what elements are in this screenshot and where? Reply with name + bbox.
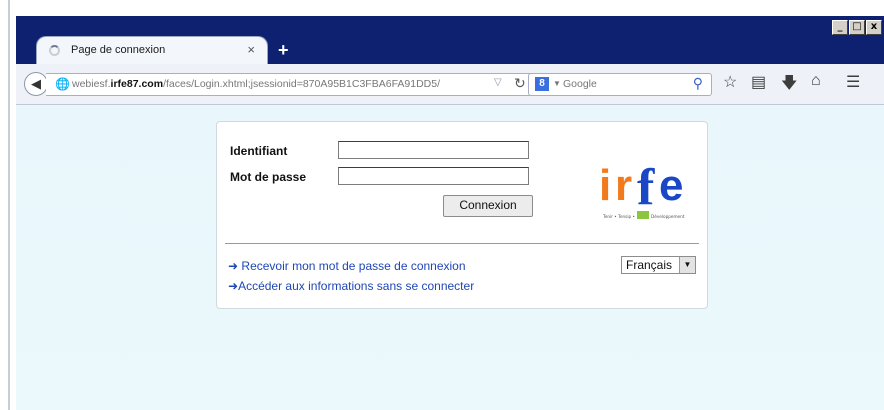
link-receive-password-label: Recevoir mon mot de passe de connexion bbox=[241, 259, 466, 273]
globe-icon: 🌐 bbox=[55, 77, 70, 91]
irfe-logo: i r f e Tenir • Tensip • Développement bbox=[599, 159, 693, 219]
close-window-button[interactable]: x bbox=[866, 20, 882, 35]
password-label: Mot de passe bbox=[230, 170, 307, 184]
language-select-value: Français bbox=[626, 258, 673, 272]
navigation-toolbar: ◀ 🌐 webiesf.irfe87.com/faces/Login.xhtml… bbox=[16, 64, 884, 105]
search-input[interactable]: Google bbox=[563, 78, 597, 90]
menu-icon[interactable]: ☰ bbox=[846, 72, 860, 92]
new-tab-button[interactable]: + bbox=[278, 40, 289, 61]
window-edge bbox=[0, 0, 16, 410]
window-controls: _ □ x bbox=[832, 20, 882, 35]
title-bar: _ □ x Page de connexion × + bbox=[16, 16, 884, 65]
tab-page-de-connexion[interactable]: Page de connexion × bbox=[36, 36, 268, 65]
connexion-button[interactable]: Connexion bbox=[443, 195, 533, 217]
username-input[interactable] bbox=[338, 141, 529, 159]
search-engine-icon[interactable]: 8 bbox=[535, 77, 549, 91]
username-label: Identifiant bbox=[230, 144, 288, 158]
search-engine-dropdown-icon[interactable]: ▼ bbox=[553, 79, 561, 88]
maximize-button[interactable]: □ bbox=[849, 20, 865, 35]
chevron-down-icon[interactable]: ▼ bbox=[679, 257, 695, 273]
url-text: webiesf.irfe87.com/faces/Login.xhtml;jse… bbox=[72, 78, 441, 90]
tab-close-icon[interactable]: × bbox=[247, 42, 255, 57]
svg-text:i: i bbox=[599, 161, 611, 210]
search-bar[interactable]: 8 ▼ Google ⚲ bbox=[528, 73, 712, 96]
svg-text:Développement: Développement bbox=[651, 214, 685, 219]
svg-text:f: f bbox=[637, 159, 655, 216]
url-bar[interactable]: 🌐 webiesf.irfe87.com/faces/Login.xhtml;j… bbox=[46, 73, 537, 96]
arrow-right-icon: ➜ bbox=[228, 279, 239, 293]
window-edge-line bbox=[8, 0, 10, 410]
star-icon[interactable]: ☆ bbox=[723, 72, 737, 92]
page-content: Identifiant Mot de passe Connexion i r f… bbox=[16, 105, 884, 410]
url-history-dropdown-icon[interactable]: ▽ bbox=[494, 77, 502, 88]
arrow-right-icon: ➜ bbox=[228, 259, 239, 273]
minimize-button[interactable]: _ bbox=[832, 20, 848, 35]
link-receive-password[interactable]: ➜ Recevoir mon mot de passe de connexion bbox=[228, 259, 466, 273]
back-arrow-icon[interactable]: ◀ bbox=[24, 72, 48, 96]
svg-text:r: r bbox=[615, 161, 632, 210]
reload-icon[interactable]: ↻ bbox=[514, 75, 526, 92]
login-card: Identifiant Mot de passe Connexion i r f… bbox=[216, 121, 708, 309]
separator bbox=[225, 243, 699, 244]
loading-spinner-icon bbox=[49, 45, 60, 56]
language-select[interactable]: Français ▼ bbox=[621, 256, 696, 274]
password-input[interactable] bbox=[338, 167, 529, 185]
home-icon[interactable]: ⌂ bbox=[811, 72, 821, 90]
clipboard-icon[interactable]: ▤ bbox=[751, 72, 766, 92]
search-icon[interactable]: ⚲ bbox=[693, 75, 703, 92]
svg-text:e: e bbox=[659, 161, 683, 210]
download-icon[interactable]: 🡇 bbox=[781, 72, 797, 99]
tab-title: Page de connexion bbox=[71, 44, 166, 56]
link-access-without-login-label: Accéder aux informations sans se connect… bbox=[238, 279, 475, 293]
link-access-without-login[interactable]: ➜Accéder aux informations sans se connec… bbox=[228, 279, 474, 293]
svg-text:Tenir • Tensip •: Tenir • Tensip • bbox=[602, 214, 635, 219]
